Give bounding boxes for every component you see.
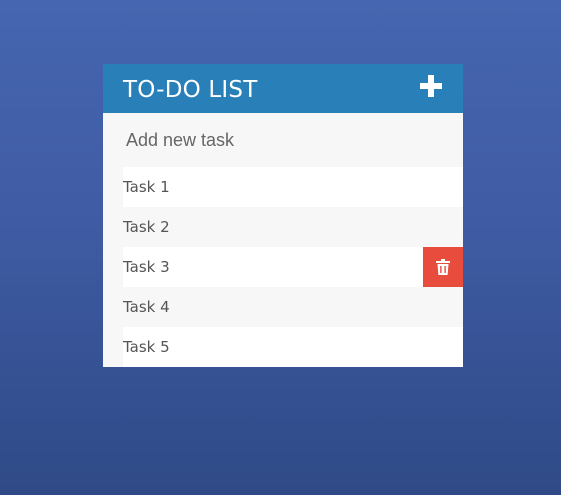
list-item[interactable]: Task 3 (123, 247, 463, 287)
toggle-add-task-button[interactable] (419, 74, 443, 98)
list-item[interactable]: Task 1 (123, 167, 463, 207)
plus-icon (420, 74, 442, 97)
task-label: Task 4 (123, 298, 170, 316)
todo-header: TO-DO LIST (103, 64, 463, 113)
task-label: Task 3 (123, 258, 170, 276)
page-title: TO-DO LIST (123, 76, 258, 103)
task-label: Task 2 (123, 218, 170, 236)
task-label: Task 1 (123, 178, 170, 196)
list-item[interactable]: Task 2 (123, 207, 463, 247)
list-item[interactable]: Task 4 (123, 287, 463, 327)
task-list: Task 1 Task 2 Task 3 Task 4 Task 5 (103, 167, 463, 367)
list-item[interactable]: Task 5 (123, 327, 463, 367)
todo-card: TO-DO LIST Task 1 Task 2 Task 3 (103, 64, 463, 367)
trash-icon (436, 259, 450, 275)
delete-task-button[interactable] (423, 247, 463, 287)
task-label: Task 5 (123, 338, 170, 356)
new-task-input[interactable] (103, 113, 463, 167)
new-task-row (103, 113, 463, 167)
